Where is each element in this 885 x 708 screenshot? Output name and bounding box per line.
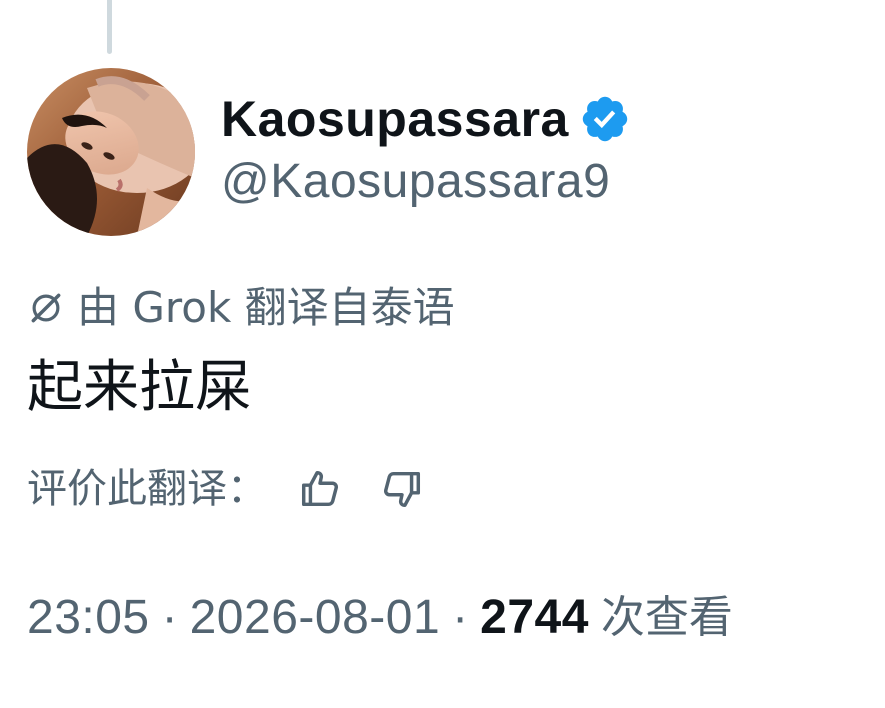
- rate-translation-row: 评价此翻译：: [27, 462, 425, 516]
- thumbs-up-icon[interactable]: [297, 466, 343, 512]
- tweet-meta: 23:05 · 2026-08-01 · 2744 次查看: [27, 588, 733, 648]
- tweet-text: 起来拉屎: [27, 355, 251, 420]
- avatar[interactable]: [27, 68, 195, 236]
- author-display-name[interactable]: Kaosupassara: [221, 94, 569, 144]
- thread-connector-line: [107, 0, 112, 54]
- thumbs-down-icon[interactable]: [379, 466, 425, 512]
- author-name-row[interactable]: Kaosupassara: [221, 88, 631, 150]
- profile-photo: [27, 68, 195, 236]
- grok-icon: [31, 293, 61, 323]
- verified-badge-icon: [582, 96, 628, 142]
- meta-separator: ·: [161, 591, 178, 644]
- tweet-date[interactable]: 2026-08-01: [190, 594, 441, 642]
- translation-notice: 由 Grok 翻译自泰语: [27, 280, 455, 336]
- rate-translation-label: 评价此翻译：: [27, 466, 267, 512]
- tweet-time[interactable]: 23:05: [27, 594, 150, 642]
- views-label: 次查看: [600, 592, 733, 643]
- translation-label: 由 Grok 翻译自泰语: [77, 283, 455, 332]
- author-handle[interactable]: @Kaosupassara9: [221, 158, 610, 206]
- views-count: 2744: [480, 591, 589, 644]
- meta-separator: ·: [452, 591, 469, 644]
